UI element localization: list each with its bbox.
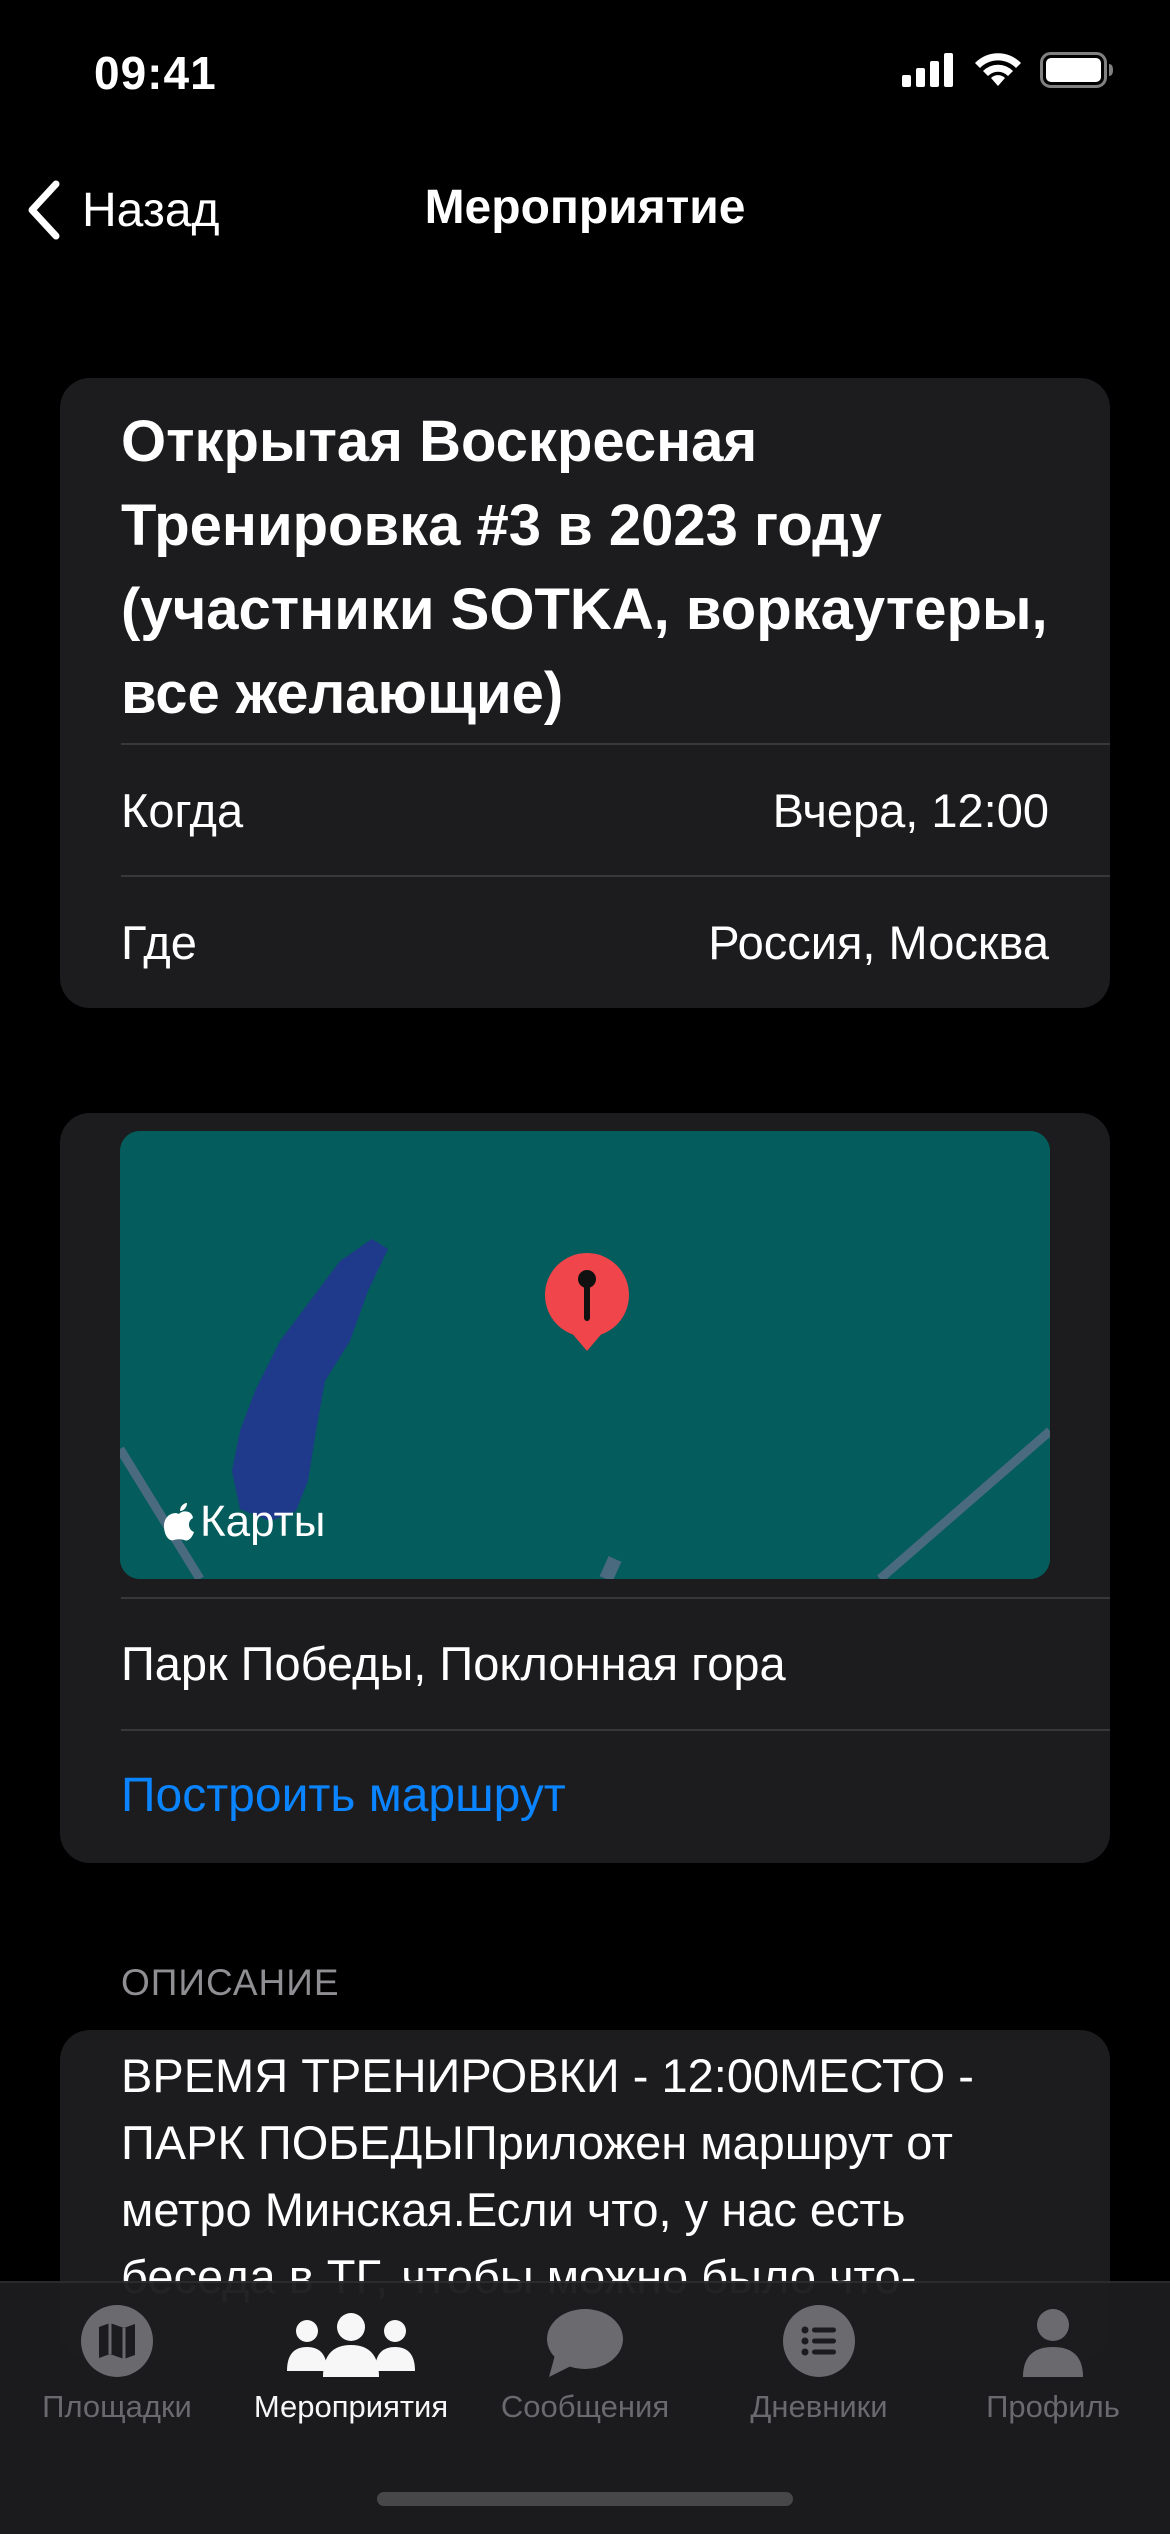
tab-journals[interactable]: Дневники [702, 2283, 936, 2483]
tab-label: Дневники [750, 2389, 888, 2424]
description-header: ОПИСАНИЕ [121, 1962, 340, 2003]
where-value: Россия, Москва [708, 915, 1049, 969]
where-label: Где [121, 915, 197, 969]
where-row: Где Россия, Москва [121, 877, 1049, 1007]
when-label: Когда [121, 783, 244, 837]
tab-messages[interactable]: Сообщения [468, 2283, 702, 2483]
status-bar: 09:41 [0, 0, 1170, 150]
tab-bar: Площадки Мероприятия Сообщения Дневники … [0, 2281, 1170, 2534]
apple-logo-icon [164, 1503, 194, 1541]
tab-profile[interactable]: Профиль [936, 2283, 1170, 2483]
map-icon [81, 2305, 153, 2377]
battery-icon [1040, 52, 1113, 88]
tab-label: Площадки [42, 2389, 192, 2424]
wifi-icon [975, 53, 1021, 86]
place-name: Парк Победы, Поклонная гора [121, 1636, 786, 1690]
location-card: Карты Парк Победы, Поклонная гора Постро… [60, 1113, 1110, 1863]
list-icon [783, 2305, 855, 2377]
when-value: Вчера, 12:00 [772, 783, 1049, 837]
event-info-card: Открытая Воскресная Тренировка #3 в 2023… [60, 378, 1110, 1008]
tab-label: Профиль [986, 2389, 1120, 2424]
navigation-bar: Назад Мероприятие [0, 150, 1170, 270]
page-title: Мероприятие [424, 181, 746, 234]
tab-label: Сообщения [500, 2389, 670, 2424]
status-icons [902, 52, 1114, 88]
tab-label: Мероприятия [253, 2389, 449, 2424]
cellular-signal-icon [902, 53, 953, 87]
description-text: ВРЕМЯ ТРЕНИРОВКИ - 12:00МЕСТО - ПАРК ПОБ… [121, 2049, 974, 2303]
event-title: Открытая Воскресная Тренировка #3 в 2023… [121, 409, 1048, 726]
when-row: Когда Вчера, 12:00 [121, 745, 1049, 875]
map-pin-icon [545, 1253, 629, 1351]
chat-bubble-icon [547, 2309, 623, 2377]
build-route-button[interactable]: Построить маршрут [121, 1730, 566, 1860]
person-icon [1023, 2309, 1083, 2377]
tab-events[interactable]: Мероприятия [234, 2283, 468, 2483]
maps-label: Карты [200, 1497, 326, 1546]
map-view[interactable]: Карты [120, 1131, 1050, 1579]
tab-grounds[interactable]: Площадки [0, 2283, 234, 2483]
people-icon [287, 2313, 415, 2377]
status-time: 09:41 [94, 47, 217, 99]
home-indicator [377, 2492, 793, 2506]
maps-attribution: Карты [162, 1497, 325, 1547]
